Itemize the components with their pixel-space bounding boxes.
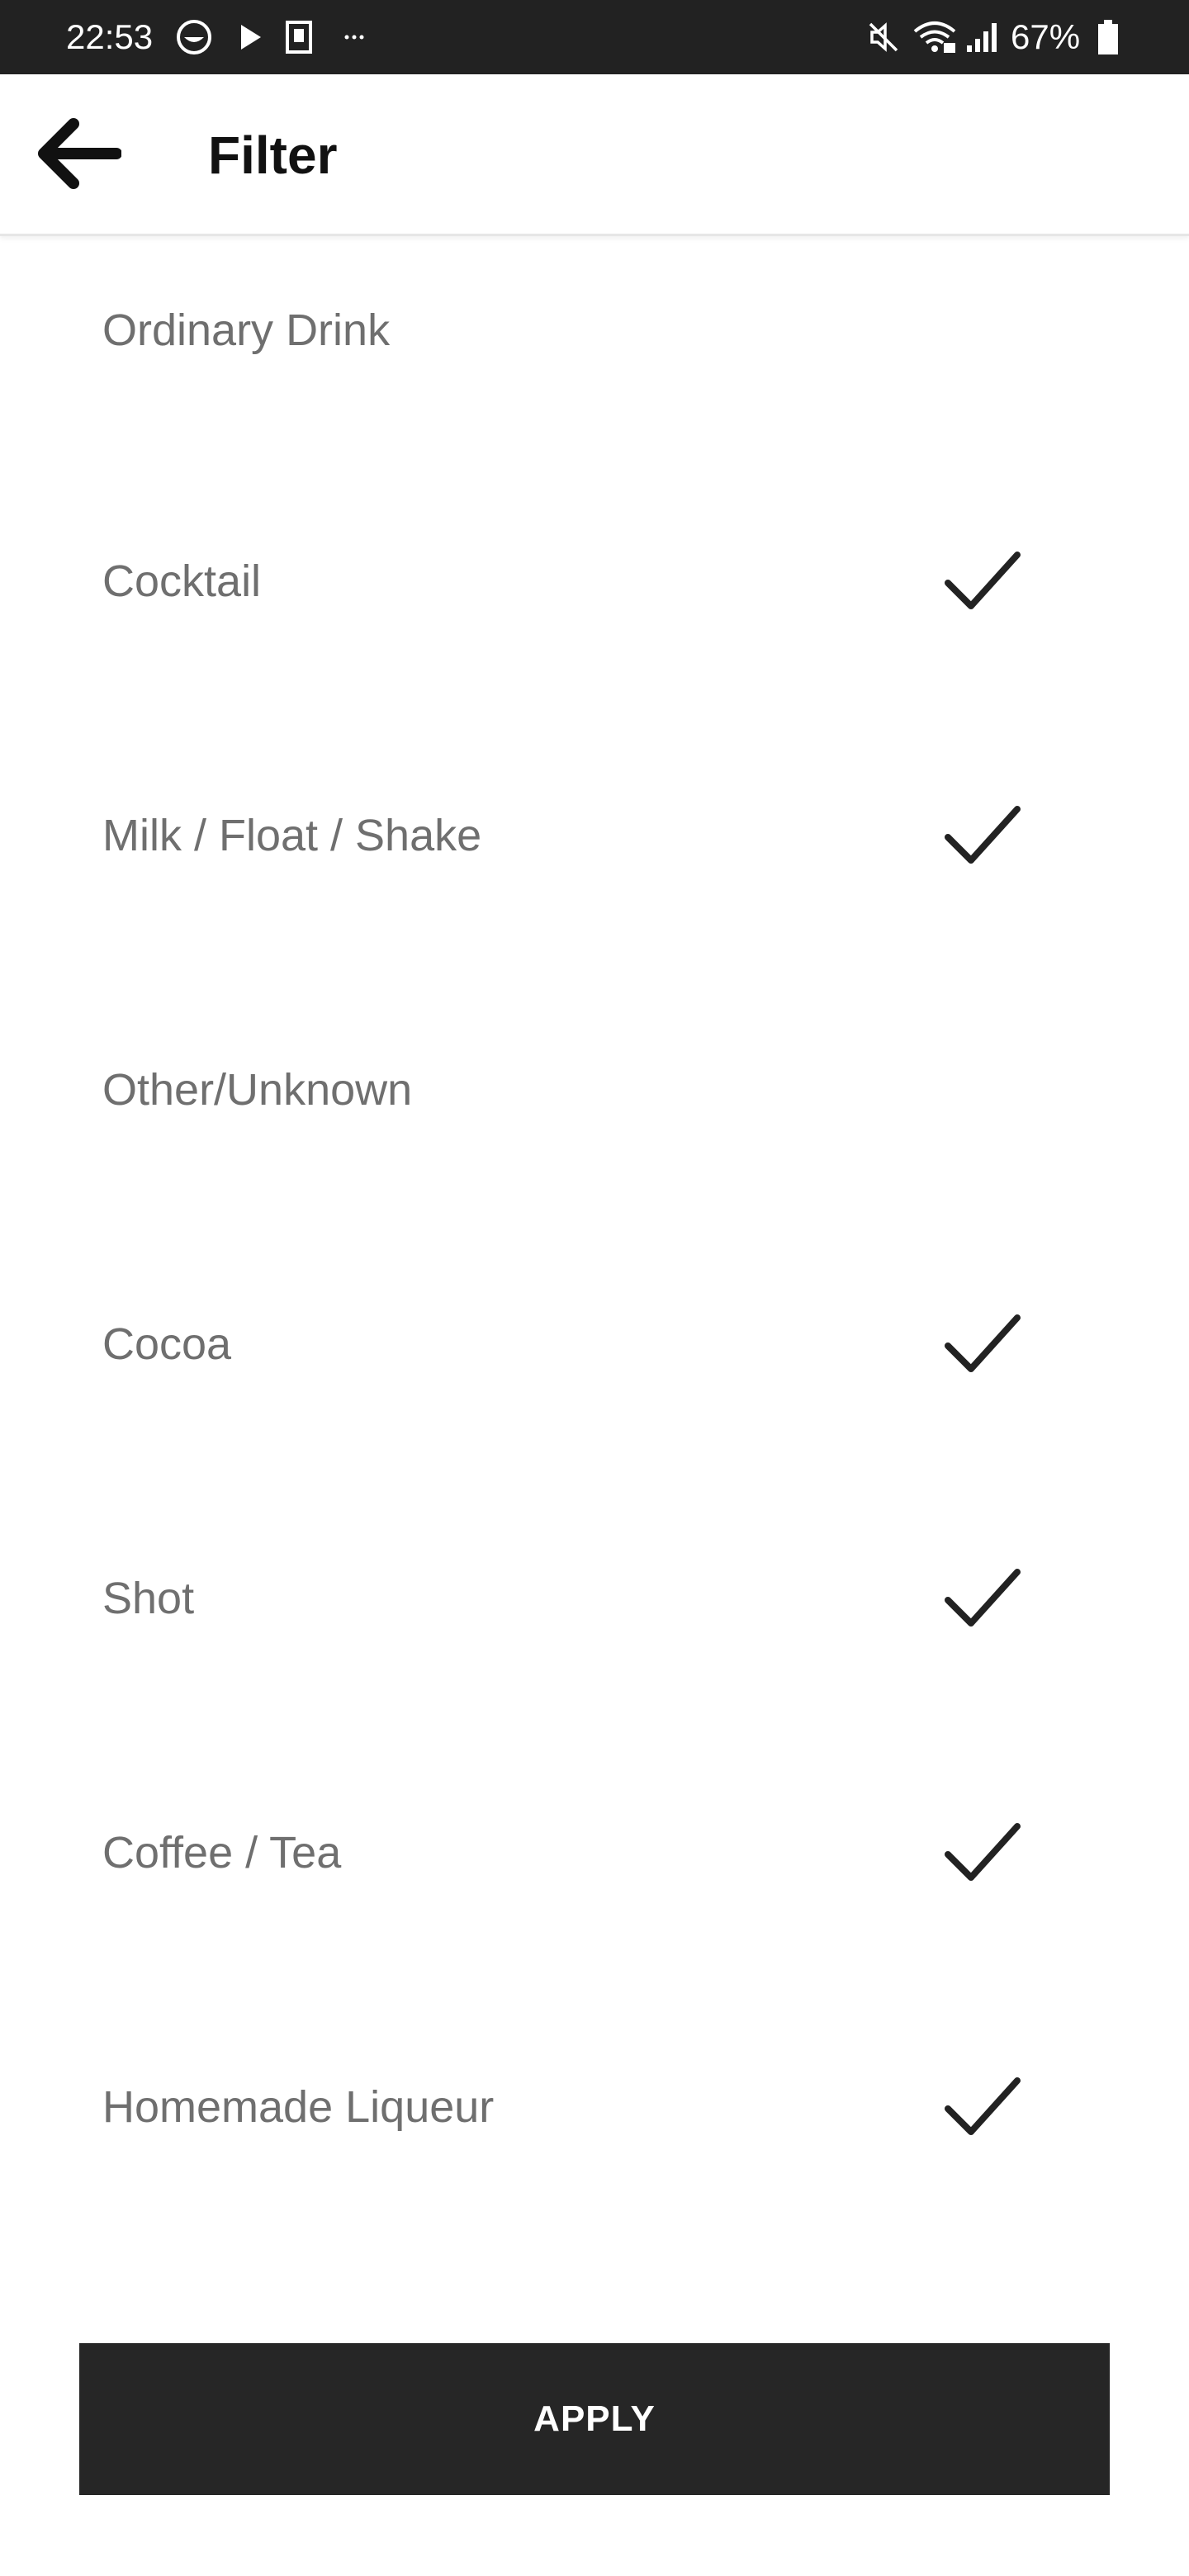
apply-button[interactable]: APPLY bbox=[79, 2343, 1110, 2495]
filter-label: Cocktail bbox=[102, 556, 262, 606]
signal-icon bbox=[963, 0, 1004, 74]
filter-label: Ordinary Drink bbox=[102, 305, 391, 355]
status-bar: 22:53 67% bbox=[0, 0, 1189, 74]
check-icon bbox=[945, 1569, 1021, 1627]
battery-percent: 67% bbox=[1011, 17, 1081, 56]
check-icon bbox=[945, 2077, 1021, 2135]
back-button[interactable] bbox=[25, 104, 132, 203]
filter-item-other-unknown[interactable]: Other/Unknown bbox=[0, 963, 1189, 1217]
more-dots-icon bbox=[342, 0, 367, 74]
check-icon bbox=[945, 1823, 1021, 1881]
pocket-icon bbox=[173, 0, 215, 74]
filter-item-cocktail[interactable]: Cocktail bbox=[0, 454, 1189, 708]
mute-icon bbox=[865, 0, 902, 74]
filter-label: Milk / Float / Shake bbox=[102, 811, 482, 860]
filter-label: Coffee / Tea bbox=[102, 1828, 342, 1878]
filter-label: Cocoa bbox=[102, 1319, 232, 1369]
filter-item-milk-float-shake[interactable]: Milk / Float / Shake bbox=[0, 708, 1189, 963]
filter-label: Homemade Liqueur bbox=[102, 2082, 495, 2132]
check-icon bbox=[945, 806, 1021, 864]
check-icon bbox=[945, 552, 1021, 609]
play-icon bbox=[234, 0, 268, 74]
filter-label: Other/Unknown bbox=[102, 1065, 413, 1115]
arrow-left-icon bbox=[38, 118, 121, 189]
filter-item-coffee-tea[interactable]: Coffee / Tea bbox=[0, 1726, 1189, 1980]
kindle-icon bbox=[282, 0, 315, 74]
filter-item-ordinary-drink[interactable]: Ordinary Drink bbox=[0, 206, 1189, 454]
filter-item-shot[interactable]: Shot bbox=[0, 1471, 1189, 1726]
status-time: 22:53 bbox=[66, 17, 154, 56]
check-icon bbox=[945, 1314, 1021, 1372]
filter-list: Ordinary Drink Cocktail Milk / Float / S… bbox=[0, 236, 1189, 2234]
filter-label: Shot bbox=[102, 1574, 195, 1623]
battery-icon bbox=[1092, 0, 1125, 74]
filter-item-cocoa[interactable]: Cocoa bbox=[0, 1217, 1189, 1471]
wifi-icon bbox=[912, 0, 958, 74]
filter-item-homemade-liqueur[interactable]: Homemade Liqueur bbox=[0, 1980, 1189, 2234]
